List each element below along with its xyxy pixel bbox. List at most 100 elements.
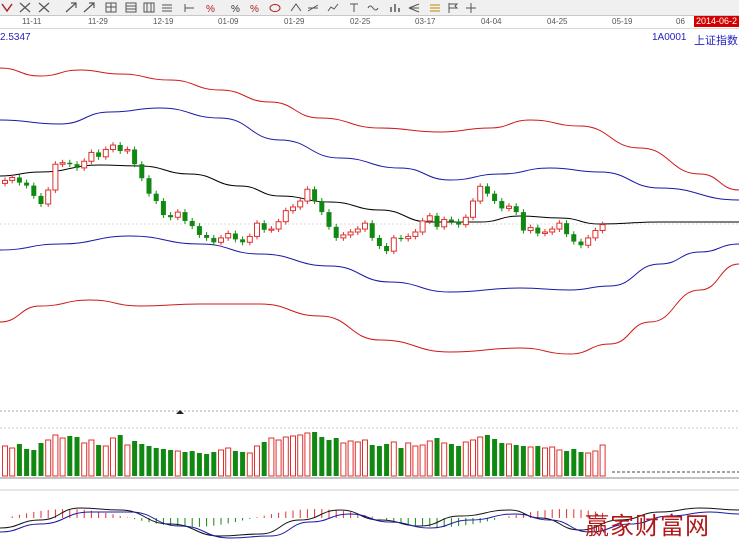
candle-body [347, 231, 354, 236]
volume-bar [448, 444, 454, 476]
candle-body [506, 205, 512, 209]
volume-bar [182, 452, 188, 476]
candle-body [599, 224, 606, 232]
volume-bar [297, 434, 304, 477]
volume-bar [31, 450, 37, 476]
candle-body [564, 223, 570, 235]
volume-bar [240, 452, 246, 476]
volume-bar [282, 436, 289, 477]
candle-body [2, 179, 8, 184]
candle-body [81, 160, 88, 169]
volume-bar [88, 439, 95, 477]
volume-bar [506, 443, 512, 477]
volume-bar [146, 446, 152, 476]
candle-body [232, 233, 238, 240]
candle-body [376, 237, 382, 246]
candle-body [384, 246, 390, 252]
volume-bar [340, 442, 347, 477]
upper-band-inner [0, 107, 739, 201]
volume-bar [326, 440, 332, 476]
volume-bar [390, 441, 397, 477]
volume-bar [174, 450, 181, 477]
candle-body [426, 215, 433, 222]
candle-body [340, 234, 347, 239]
volume-bar [246, 452, 253, 477]
candle-body [225, 232, 232, 239]
candle-body [462, 216, 469, 226]
volume-bar [470, 439, 476, 477]
candle-body [513, 206, 519, 213]
candle-body [556, 222, 563, 230]
volume-bar [535, 446, 541, 476]
volume-bar [2, 445, 8, 477]
volume-bar [124, 444, 131, 477]
volume-bar [405, 442, 412, 477]
volume-bar [38, 443, 44, 476]
candle-body [211, 237, 217, 243]
volume-bar [232, 451, 238, 476]
volume-bar [477, 436, 484, 477]
volume-bar [117, 435, 123, 476]
candle-body [246, 235, 253, 243]
candle-body [24, 182, 30, 186]
candle-body [268, 228, 275, 231]
volume-bar [96, 445, 102, 476]
candle-body [282, 210, 289, 223]
candle-body [362, 222, 368, 230]
candle-body [74, 164, 80, 168]
volume-bar [102, 445, 109, 477]
volume-bar [456, 446, 462, 476]
candle-body [441, 218, 448, 228]
volume-bar [67, 436, 73, 476]
candle-body [31, 185, 37, 196]
volume-bar [204, 454, 210, 476]
volume-bar [16, 444, 22, 476]
candle-body [110, 144, 116, 150]
volume-bar [354, 441, 361, 477]
candle-body [456, 221, 462, 225]
candle-body [419, 220, 426, 233]
stock-chart[interactable] [0, 0, 739, 544]
candle-body [124, 148, 131, 152]
candle-body [102, 148, 109, 158]
candle-body [542, 231, 548, 234]
candle-body [117, 145, 123, 151]
lower-band-inner [0, 235, 739, 293]
volume-bar [384, 444, 390, 476]
volume-bar [492, 439, 498, 476]
candle-body [9, 176, 16, 181]
volume-bar [362, 439, 368, 477]
candle-body [189, 220, 195, 227]
candle-body [571, 234, 577, 242]
candle-body [470, 200, 476, 218]
candle-body [535, 227, 541, 234]
volume-bar [419, 444, 426, 477]
volume-bar [9, 447, 16, 477]
lower-band-outer [0, 263, 739, 355]
volume-bar [290, 435, 296, 477]
volume-bar [261, 442, 267, 476]
moving-average-line [0, 164, 739, 225]
volume-bar [254, 445, 260, 477]
candle-body [254, 222, 260, 237]
candle-body [369, 223, 375, 238]
candle-body [333, 226, 339, 238]
candle-body [132, 149, 138, 165]
volume-bar [81, 442, 88, 477]
volume-bar [59, 437, 66, 477]
volume-bar [564, 451, 570, 476]
volume-bar [434, 438, 440, 476]
volume-bar [160, 449, 166, 476]
volume-bar [275, 439, 282, 477]
candle-body [499, 201, 505, 209]
volume-bar [520, 446, 526, 476]
volume-bar [462, 441, 469, 477]
volume-bar [225, 447, 232, 477]
candle-body [290, 206, 296, 212]
volume-bar [74, 437, 80, 476]
candle-body [146, 178, 152, 194]
candle-body [326, 212, 332, 227]
volume-bar [196, 453, 202, 476]
volume-bar [376, 446, 382, 476]
candle-body [354, 228, 361, 233]
